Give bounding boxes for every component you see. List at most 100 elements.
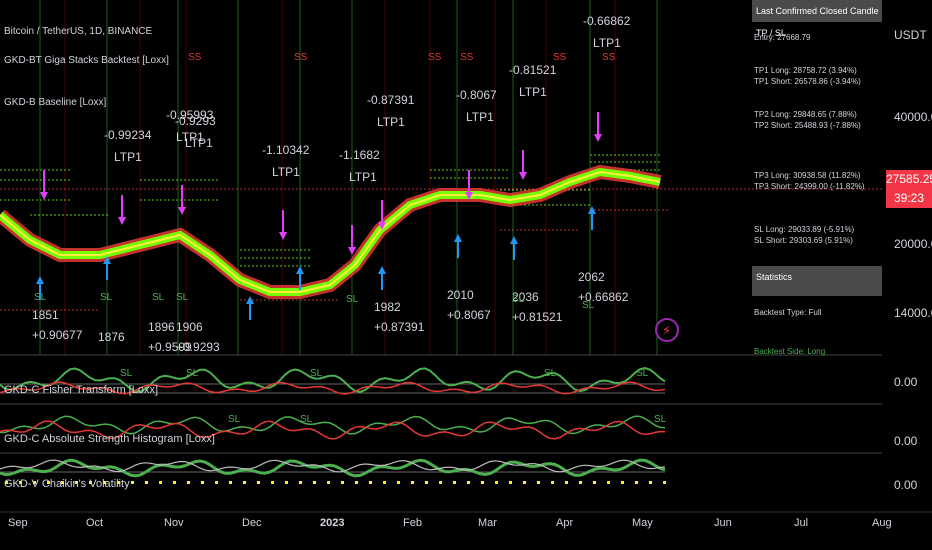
stat-sl-long: SL Long: 29033.89 (-5.91%) (754, 225, 855, 234)
x-tick-jun: Jun (714, 517, 732, 529)
cc-dot (397, 481, 400, 484)
ss-label: SS (294, 52, 308, 63)
ltp-value-label: -0.99234 (104, 128, 152, 142)
cc-dot (453, 481, 456, 484)
sl-label: SL (582, 300, 595, 311)
pane-title-fisher: GKD-C Fisher Transform [Loxx] (4, 384, 159, 396)
sl-label: SL (346, 294, 359, 305)
cc-dot (523, 481, 526, 484)
cc-dot (341, 481, 344, 484)
time-axis[interactable] (0, 512, 932, 550)
ss-label: SS (428, 52, 442, 63)
cc-dot (467, 481, 470, 484)
x-tick-mar: Mar (478, 517, 497, 529)
cc-dot (131, 481, 134, 484)
pane-sl-label: SL (636, 368, 649, 379)
pane-sl-label: SL (186, 368, 199, 379)
stat-sl-short: SL Short: 29303.69 (5.91%) (754, 236, 853, 245)
cc-dot (299, 481, 302, 484)
trade-profit-label: +0.87391 (374, 320, 425, 334)
x-tick-aug: Aug (872, 517, 892, 529)
cc-dot (537, 481, 540, 484)
cc-zero-tick: 0.00 (894, 478, 918, 492)
ltp-value-label: -0.8067 (456, 88, 497, 102)
cc-dot (607, 481, 610, 484)
stat-tp1-short: TP1 Short: 26578.86 (-3.94%) (754, 77, 861, 86)
cc-dot (579, 481, 582, 484)
ss-label: SS (553, 52, 567, 63)
ltp-value-label: -0.87391 (367, 93, 415, 107)
trade-id-label: 2010 (447, 288, 474, 302)
cc-dot (257, 481, 260, 484)
fisher-zero-tick: 0.00 (894, 375, 918, 389)
cc-dot (187, 481, 190, 484)
stat-backtest-type: Backtest Type: Full (754, 308, 822, 317)
stats-header-statistics: Statistics (752, 266, 882, 296)
trade-id-label: 1896 (148, 320, 175, 334)
cc-dot (355, 481, 358, 484)
x-tick-2023: 2023 (320, 517, 345, 529)
indicator-title-1: GKD-BT Giga Stacks Backtest [Loxx] (4, 55, 169, 66)
indicator-title-2: GKD-B Baseline [Loxx] (4, 97, 107, 108)
cc-dot (271, 481, 274, 484)
stat-tp2-long: TP2 Long: 29848.65 (7.88%) (754, 110, 857, 119)
trade-profit-label: +0.90677 (32, 328, 83, 342)
x-tick-sep: Sep (8, 517, 28, 529)
cc-dot (215, 481, 218, 484)
price-axis[interactable]: USDT 40000.00 20000.00 14000.00 0.00 0.0… (882, 0, 932, 512)
cc-dot (635, 481, 638, 484)
x-tick-dec: Dec (242, 517, 262, 529)
stat-tp1-long: TP1 Long: 28758.72 (3.94%) (754, 66, 857, 75)
stat-backtest-side: Backtest Side: Long (754, 347, 826, 356)
ltp-value-label: -0.81521 (509, 63, 557, 77)
stat-tp3-short: TP3 Short: 24399.00 (-11.82%) (754, 182, 865, 191)
trade-profit-label: +0.9293 (176, 340, 220, 354)
ltp-label: LTP1 (349, 170, 377, 184)
cc-dot (201, 481, 204, 484)
current-price-badge: 27585.25 39:23 (886, 170, 932, 208)
ltp-value-label: -1.1682 (339, 148, 380, 162)
x-tick-feb: Feb (403, 517, 422, 529)
cc-dot (383, 481, 386, 484)
x-tick-apr: Apr (556, 517, 574, 529)
cc-dot (411, 481, 414, 484)
cc-dot (649, 481, 652, 484)
cc-dot (509, 481, 512, 484)
ltp-label: LTP1 (519, 85, 547, 99)
price-tick-40000: 40000.00 (894, 110, 932, 124)
x-tick-oct: Oct (86, 517, 104, 529)
pane-sl-label: SL (228, 414, 241, 425)
ltp-value-label: -0.9293 (175, 114, 216, 128)
ltp-value-label: -1.10342 (262, 143, 310, 157)
pane-sl-label: SL (120, 368, 133, 379)
ss-label: SS (602, 52, 616, 63)
current-price: 27585.25 (886, 172, 932, 186)
cc-dot (663, 481, 666, 484)
x-tick-may: May (632, 517, 653, 529)
trade-id-label: 2062 (578, 270, 605, 284)
stats-header-tp-sl: Last Confirmed Closed Candle TP / SL (752, 0, 882, 38)
trade-profit-label: +0.8067 (447, 308, 491, 322)
cc-dot (565, 481, 568, 484)
ltp-label: LTP1 (272, 165, 300, 179)
cc-dot (495, 481, 498, 484)
pane-sl-label: SL (654, 414, 667, 425)
sl-label: SL (100, 292, 113, 303)
price-tick-14000: 14000.00 (894, 306, 932, 320)
cc-dot (285, 481, 288, 484)
ash-zero-tick: 0.00 (894, 434, 918, 448)
pane-sl-label: SL (544, 368, 557, 379)
sl-label: SL (34, 292, 47, 303)
pane-sl-label: SL (300, 414, 313, 425)
sl-label: SL (176, 292, 189, 303)
pane-title-ash: GKD-C Absolute Strength Histogram [Loxx] (4, 433, 215, 445)
cc-dot (229, 481, 232, 484)
x-tick-jul: Jul (794, 517, 809, 529)
cc-dot (327, 481, 330, 484)
cc-dot (313, 481, 316, 484)
sl-label: SL (512, 294, 525, 305)
bolt-glyph: ⚡ (662, 324, 671, 339)
ss-label: SS (460, 52, 474, 63)
cc-dot (159, 481, 162, 484)
cc-dot (173, 481, 176, 484)
